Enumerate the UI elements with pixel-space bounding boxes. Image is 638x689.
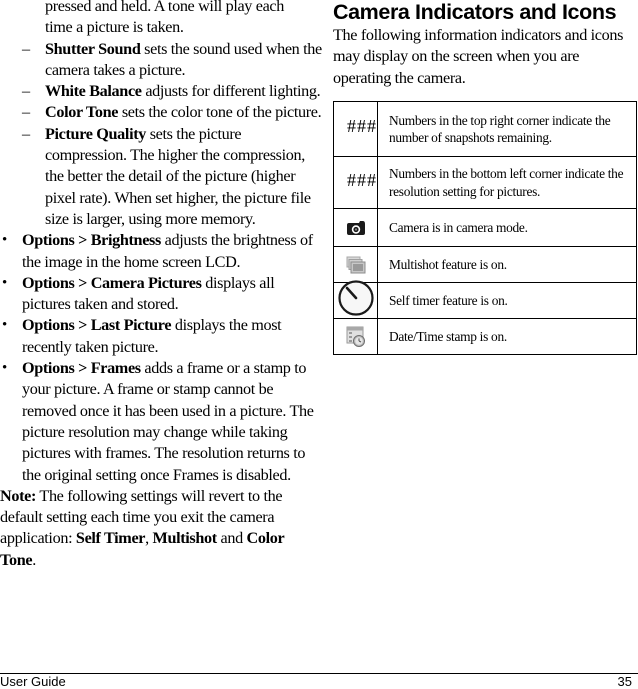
self-timer-icon [337, 279, 374, 316]
icon-cell [333, 246, 378, 283]
term: Color Tone [45, 103, 119, 122]
indicators-table: ### Numbers in the top right corner indi… [333, 101, 637, 355]
bullet-brightness: • Options > Brightness adjusts the brigh… [0, 230, 322, 273]
bullet-frames: • Options > Frames adds a frame or a sta… [0, 358, 322, 486]
bullet-camera-pictures: • Options > Camera Pictures displays all… [0, 273, 322, 316]
bullet-mark: • [2, 317, 7, 334]
page-number: 35 [617, 674, 632, 689]
bullet-mark: • [2, 274, 7, 291]
table-row: Self timer feature is on. [333, 279, 637, 319]
description-cell: Date/Time stamp is on. [377, 318, 637, 355]
table-row: Multishot feature is on. [333, 246, 637, 283]
term: White Balance [45, 82, 142, 101]
section-title: Camera Indicators and Icons [333, 0, 617, 24]
camera-icon [346, 220, 365, 235]
multishot-icon [346, 256, 365, 273]
continuation-text: pressed and held. A tone will play each … [0, 0, 322, 39]
icon-cell: ### [333, 156, 378, 209]
sub-item-white-balance: – White Balance adjusts for different li… [0, 81, 322, 102]
note-label: Note: [0, 486, 36, 505]
table-row: ### Numbers in the top right corner indi… [333, 101, 637, 157]
dash-mark: – [22, 124, 30, 143]
dash-mark: – [22, 103, 30, 122]
term: Shutter Sound [45, 39, 141, 58]
table-row: Camera is in camera mode. [333, 208, 637, 247]
icon-cell [333, 208, 378, 247]
date-time-stamp-icon [346, 326, 365, 347]
term: Picture Quality [45, 124, 147, 143]
note-paragraph: Note: The following settings will revert… [0, 486, 322, 571]
bullet-mark: • [2, 232, 7, 249]
term: Options > Frames [22, 359, 141, 378]
description: adds a frame or a stamp to your picture.… [22, 359, 314, 484]
note-separator: , [145, 529, 153, 548]
term: Options > Last Picture [22, 316, 172, 335]
sub-item-shutter-sound: – Shutter Sound sets the sound used when… [0, 39, 322, 82]
description: adjusts for different lighting. [141, 82, 321, 101]
note-end: . [32, 550, 36, 569]
left-column: pressed and held. A tone will play each … [0, 0, 322, 571]
term: Options > Camera Pictures [22, 273, 202, 292]
icon-cell: ### [333, 101, 378, 157]
description-cell: Self timer feature is on. [377, 282, 637, 319]
continuation-line: time a picture is taken. [45, 18, 184, 37]
sub-item-color-tone: – Color Tone sets the color tone of the … [0, 102, 322, 123]
continuation-line: pressed and held. A tone will play each [45, 0, 284, 15]
sub-item-picture-quality: – Picture Quality sets the picture compr… [0, 124, 322, 230]
description-cell: Numbers in the bottom left corner indica… [377, 156, 637, 209]
right-column: Camera Indicators and Icons The followin… [333, 0, 638, 89]
note-item-self-timer: Self Timer [75, 529, 146, 548]
footer-document-title: User Guide [0, 674, 66, 689]
description-cell: Multishot feature is on. [377, 246, 637, 283]
term: Options > Brightness [22, 231, 161, 250]
dash-mark: – [22, 39, 30, 58]
description-cell: Numbers in the top right corner indicate… [377, 101, 637, 157]
bullet-mark: • [2, 360, 7, 377]
resolution-indicator: ### [347, 171, 377, 189]
table-row: ### Numbers in the bottom left corner in… [333, 156, 637, 209]
note-item-multishot: Multishot [152, 529, 218, 548]
description: sets the color tone of the picture. [118, 103, 322, 122]
dash-mark: – [22, 82, 30, 101]
icon-cell [333, 318, 378, 355]
bullet-last-picture: • Options > Last Picture displays the mo… [0, 315, 322, 358]
note-separator: and [216, 529, 247, 548]
snapshots-remaining-indicator: ### [347, 118, 377, 136]
table-row: Date/Time stamp is on. [333, 318, 637, 355]
icon-cell [333, 279, 378, 319]
description-cell: Camera is in camera mode. [377, 208, 637, 247]
section-intro: The following information indicators and… [333, 26, 624, 87]
footer-divider [0, 673, 638, 674]
